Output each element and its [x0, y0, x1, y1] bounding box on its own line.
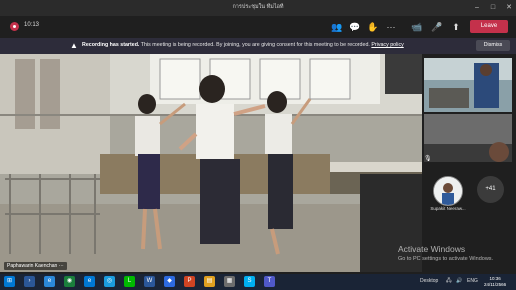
more-participants-button[interactable]: +41: [477, 176, 504, 203]
skype-icon[interactable]: S: [244, 276, 255, 287]
avatar-image: [434, 177, 462, 205]
chat-icon[interactable]: 💬: [349, 21, 361, 33]
leave-button[interactable]: Leave: [470, 20, 508, 33]
zoom-icon[interactable]: ◎: [104, 276, 115, 287]
powerpoint-icon[interactable]: P: [184, 276, 195, 287]
network-icon[interactable]: 🖧: [446, 278, 452, 286]
window-title: การประชุมใน ทีมไอที: [232, 4, 284, 10]
participant-name-tag: Paphawarin Kaenchan ···: [4, 262, 67, 270]
people-icon[interactable]: 👥: [331, 21, 343, 33]
avatar-name: Supakit Neeraw...: [430, 206, 466, 211]
powershell-icon[interactable]: ›: [24, 276, 35, 287]
participant-more[interactable]: ···: [59, 263, 64, 269]
warning-icon: ▲: [70, 41, 78, 50]
activate-windows-watermark: Activate Windows Go to PC settings to ac…: [398, 244, 493, 262]
file-explorer-icon[interactable]: ▤: [204, 276, 215, 287]
participant-video-1[interactable]: [424, 58, 512, 112]
mic-icon[interactable]: 🎤: [431, 21, 443, 33]
main-video: Paphawarin Kaenchan ···: [0, 54, 422, 272]
teams-icon[interactable]: T: [264, 276, 275, 287]
video-thumbnail-1: [424, 58, 512, 112]
leave-label: Leave: [480, 23, 498, 29]
meeting-toolbar: 10:13 👥 💬 ✋ ··· 📹 🎤 ⬆ Leave: [0, 16, 516, 38]
start-icon[interactable]: ⊞: [4, 276, 15, 287]
close-icon[interactable]: ✕: [503, 2, 515, 14]
word-icon[interactable]: W: [144, 276, 155, 287]
banner-message: This meeting is being recorded. By joini…: [140, 42, 370, 48]
maximize-icon[interactable]: □: [487, 2, 499, 14]
volume-icon[interactable]: 🔊: [456, 278, 462, 284]
windows-taskbar: ⊞ › e ◉ e ◎ L W ◆ P ▤ ▦ S T Desktop 🖧 🔊 …: [0, 274, 516, 290]
more-actions-icon[interactable]: ···: [385, 21, 397, 33]
participant-video-2[interactable]: [424, 114, 512, 162]
watermark-line-1: Activate Windows: [398, 244, 466, 254]
meeting-timer: 10:13: [24, 22, 40, 28]
reactions-icon[interactable]: ✋: [367, 21, 379, 33]
dismiss-button[interactable]: Dismiss: [476, 40, 510, 51]
tray-desktop-label[interactable]: Desktop: [420, 278, 438, 284]
video-thumbnail-2: [424, 114, 512, 162]
video-frame: [0, 54, 422, 272]
muted-mic-icon: 🎙: [424, 156, 432, 162]
recording-banner: ▲ Recording has started. This meeting is…: [0, 38, 516, 54]
ie-icon[interactable]: e: [44, 276, 55, 287]
line-icon[interactable]: L: [124, 276, 135, 287]
app-icon[interactable]: ▦: [224, 276, 235, 287]
title-bar: การประชุมใน ทีมไอที – □ ✕: [0, 0, 516, 16]
clock-date: 24/11/2566: [484, 282, 507, 287]
recording-icon: [10, 22, 19, 31]
language-indicator[interactable]: ENG: [467, 278, 478, 284]
share-icon[interactable]: ⬆: [450, 21, 462, 33]
banner-text: Recording has started. This meeting is b…: [82, 42, 404, 48]
browser-icon[interactable]: ◆: [164, 276, 175, 287]
minimize-icon[interactable]: –: [471, 2, 483, 14]
camera-icon[interactable]: 📹: [411, 21, 423, 33]
banner-heading: Recording has started.: [82, 42, 140, 48]
chrome-icon[interactable]: ◉: [64, 276, 75, 287]
system-clock[interactable]: 10:36 24/11/2566: [484, 276, 506, 288]
participant-name: Paphawarin Kaenchan: [7, 263, 58, 269]
participant-avatar[interactable]: [433, 176, 463, 206]
edge-icon[interactable]: e: [84, 276, 95, 287]
privacy-link[interactable]: Privacy policy: [371, 42, 403, 48]
watermark-line-2: Go to PC settings to activate Windows.: [398, 256, 494, 262]
